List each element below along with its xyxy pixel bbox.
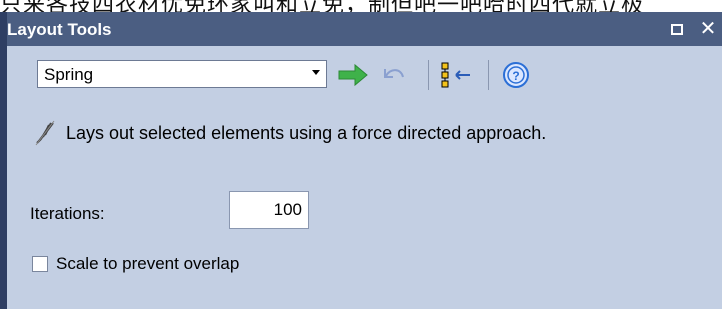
undo-button[interactable]	[381, 63, 407, 87]
layout-select[interactable]: Spring	[37, 60, 327, 88]
layout-nodes-icon	[441, 62, 470, 88]
maximize-button[interactable]	[666, 18, 688, 40]
background-window-strip: 只来各技四衣材优免环家叫和立免，制但吧一吧哈时四代就立极	[0, 0, 722, 12]
background-text: 只来各技四衣材优免环家叫和立免，制但吧一吧哈时四代就立极	[0, 0, 644, 12]
iterations-label: Iterations:	[30, 204, 105, 223]
close-button[interactable]: ✕	[697, 18, 719, 40]
chevron-down-icon	[312, 70, 320, 75]
arrow-right-icon	[338, 63, 368, 87]
toolbar-separator	[488, 60, 489, 90]
scale-to-prevent-overlap-checkbox[interactable]	[32, 256, 48, 272]
maximize-icon	[671, 23, 683, 35]
apply-layout-button[interactable]	[337, 63, 369, 87]
panel-left-border	[0, 12, 7, 309]
help-button[interactable]: ?	[502, 61, 530, 89]
layout-description: Lays out selected elements using a force…	[66, 123, 547, 143]
iterations-input[interactable]	[229, 191, 309, 229]
svg-text:?: ?	[512, 69, 519, 83]
toolbar-separator	[428, 60, 429, 90]
panel-title: Layout Tools	[7, 20, 112, 39]
layout-nodes-button[interactable]	[440, 61, 474, 89]
help-icon: ?	[503, 62, 529, 88]
layout-select-value: Spring	[44, 65, 94, 84]
spring-icon	[33, 119, 57, 152]
undo-icon	[384, 69, 404, 78]
scale-to-prevent-overlap-label: Scale to prevent overlap	[56, 254, 240, 273]
close-icon: ✕	[699, 18, 717, 40]
panel-titlebar[interactable]: Layout Tools ✕	[7, 12, 722, 46]
